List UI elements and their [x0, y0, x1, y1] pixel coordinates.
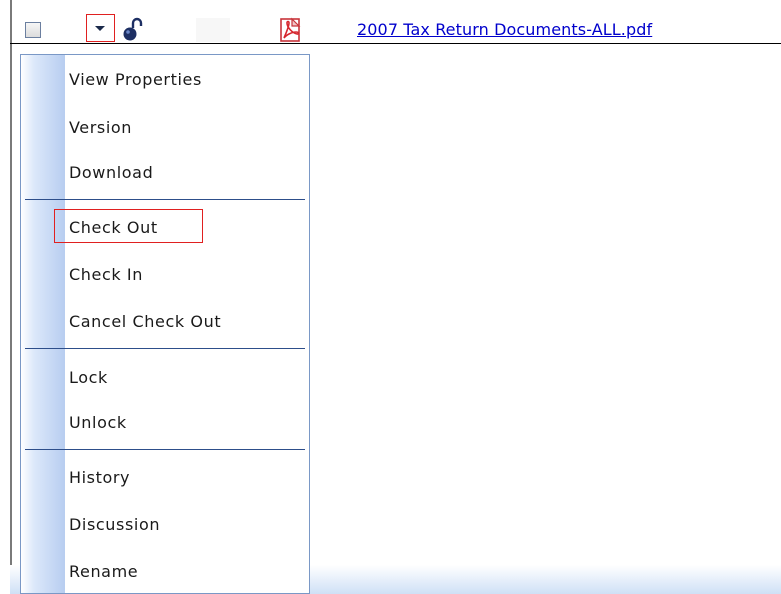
item-context-menu: View Properties Version Download Check O…	[20, 54, 310, 594]
item-menu-dropdown-button[interactable]	[86, 14, 115, 42]
menu-item-rename[interactable]: Rename	[69, 562, 138, 581]
menu-item-lock[interactable]: Lock	[69, 368, 108, 387]
grid-left-border	[10, 0, 12, 594]
menu-item-check-in[interactable]: Check In	[69, 265, 143, 284]
menu-item-view-properties[interactable]: View Properties	[69, 70, 202, 89]
chevron-down-icon	[95, 26, 105, 31]
menu-icon-gutter	[21, 55, 65, 593]
row-divider	[10, 43, 781, 44]
menu-separator	[25, 449, 305, 450]
menu-item-download[interactable]: Download	[69, 163, 153, 182]
menu-separator	[25, 348, 305, 349]
menu-item-cancel-check-out[interactable]: Cancel Check Out	[69, 312, 221, 331]
check-out-highlight	[54, 209, 203, 243]
menu-separator	[25, 199, 305, 200]
file-name-link[interactable]: 2007 Tax Return Documents-ALL.pdf	[357, 20, 652, 39]
pdf-icon	[280, 17, 301, 42]
blank-cell	[196, 18, 230, 42]
menu-item-discussion[interactable]: Discussion	[69, 515, 160, 534]
menu-item-version[interactable]: Version	[69, 118, 132, 137]
menu-item-history[interactable]: History	[69, 468, 130, 487]
row-select-checkbox[interactable]	[25, 22, 41, 38]
menu-item-unlock[interactable]: Unlock	[69, 413, 127, 432]
unlocked-padlock-icon[interactable]	[121, 17, 143, 43]
